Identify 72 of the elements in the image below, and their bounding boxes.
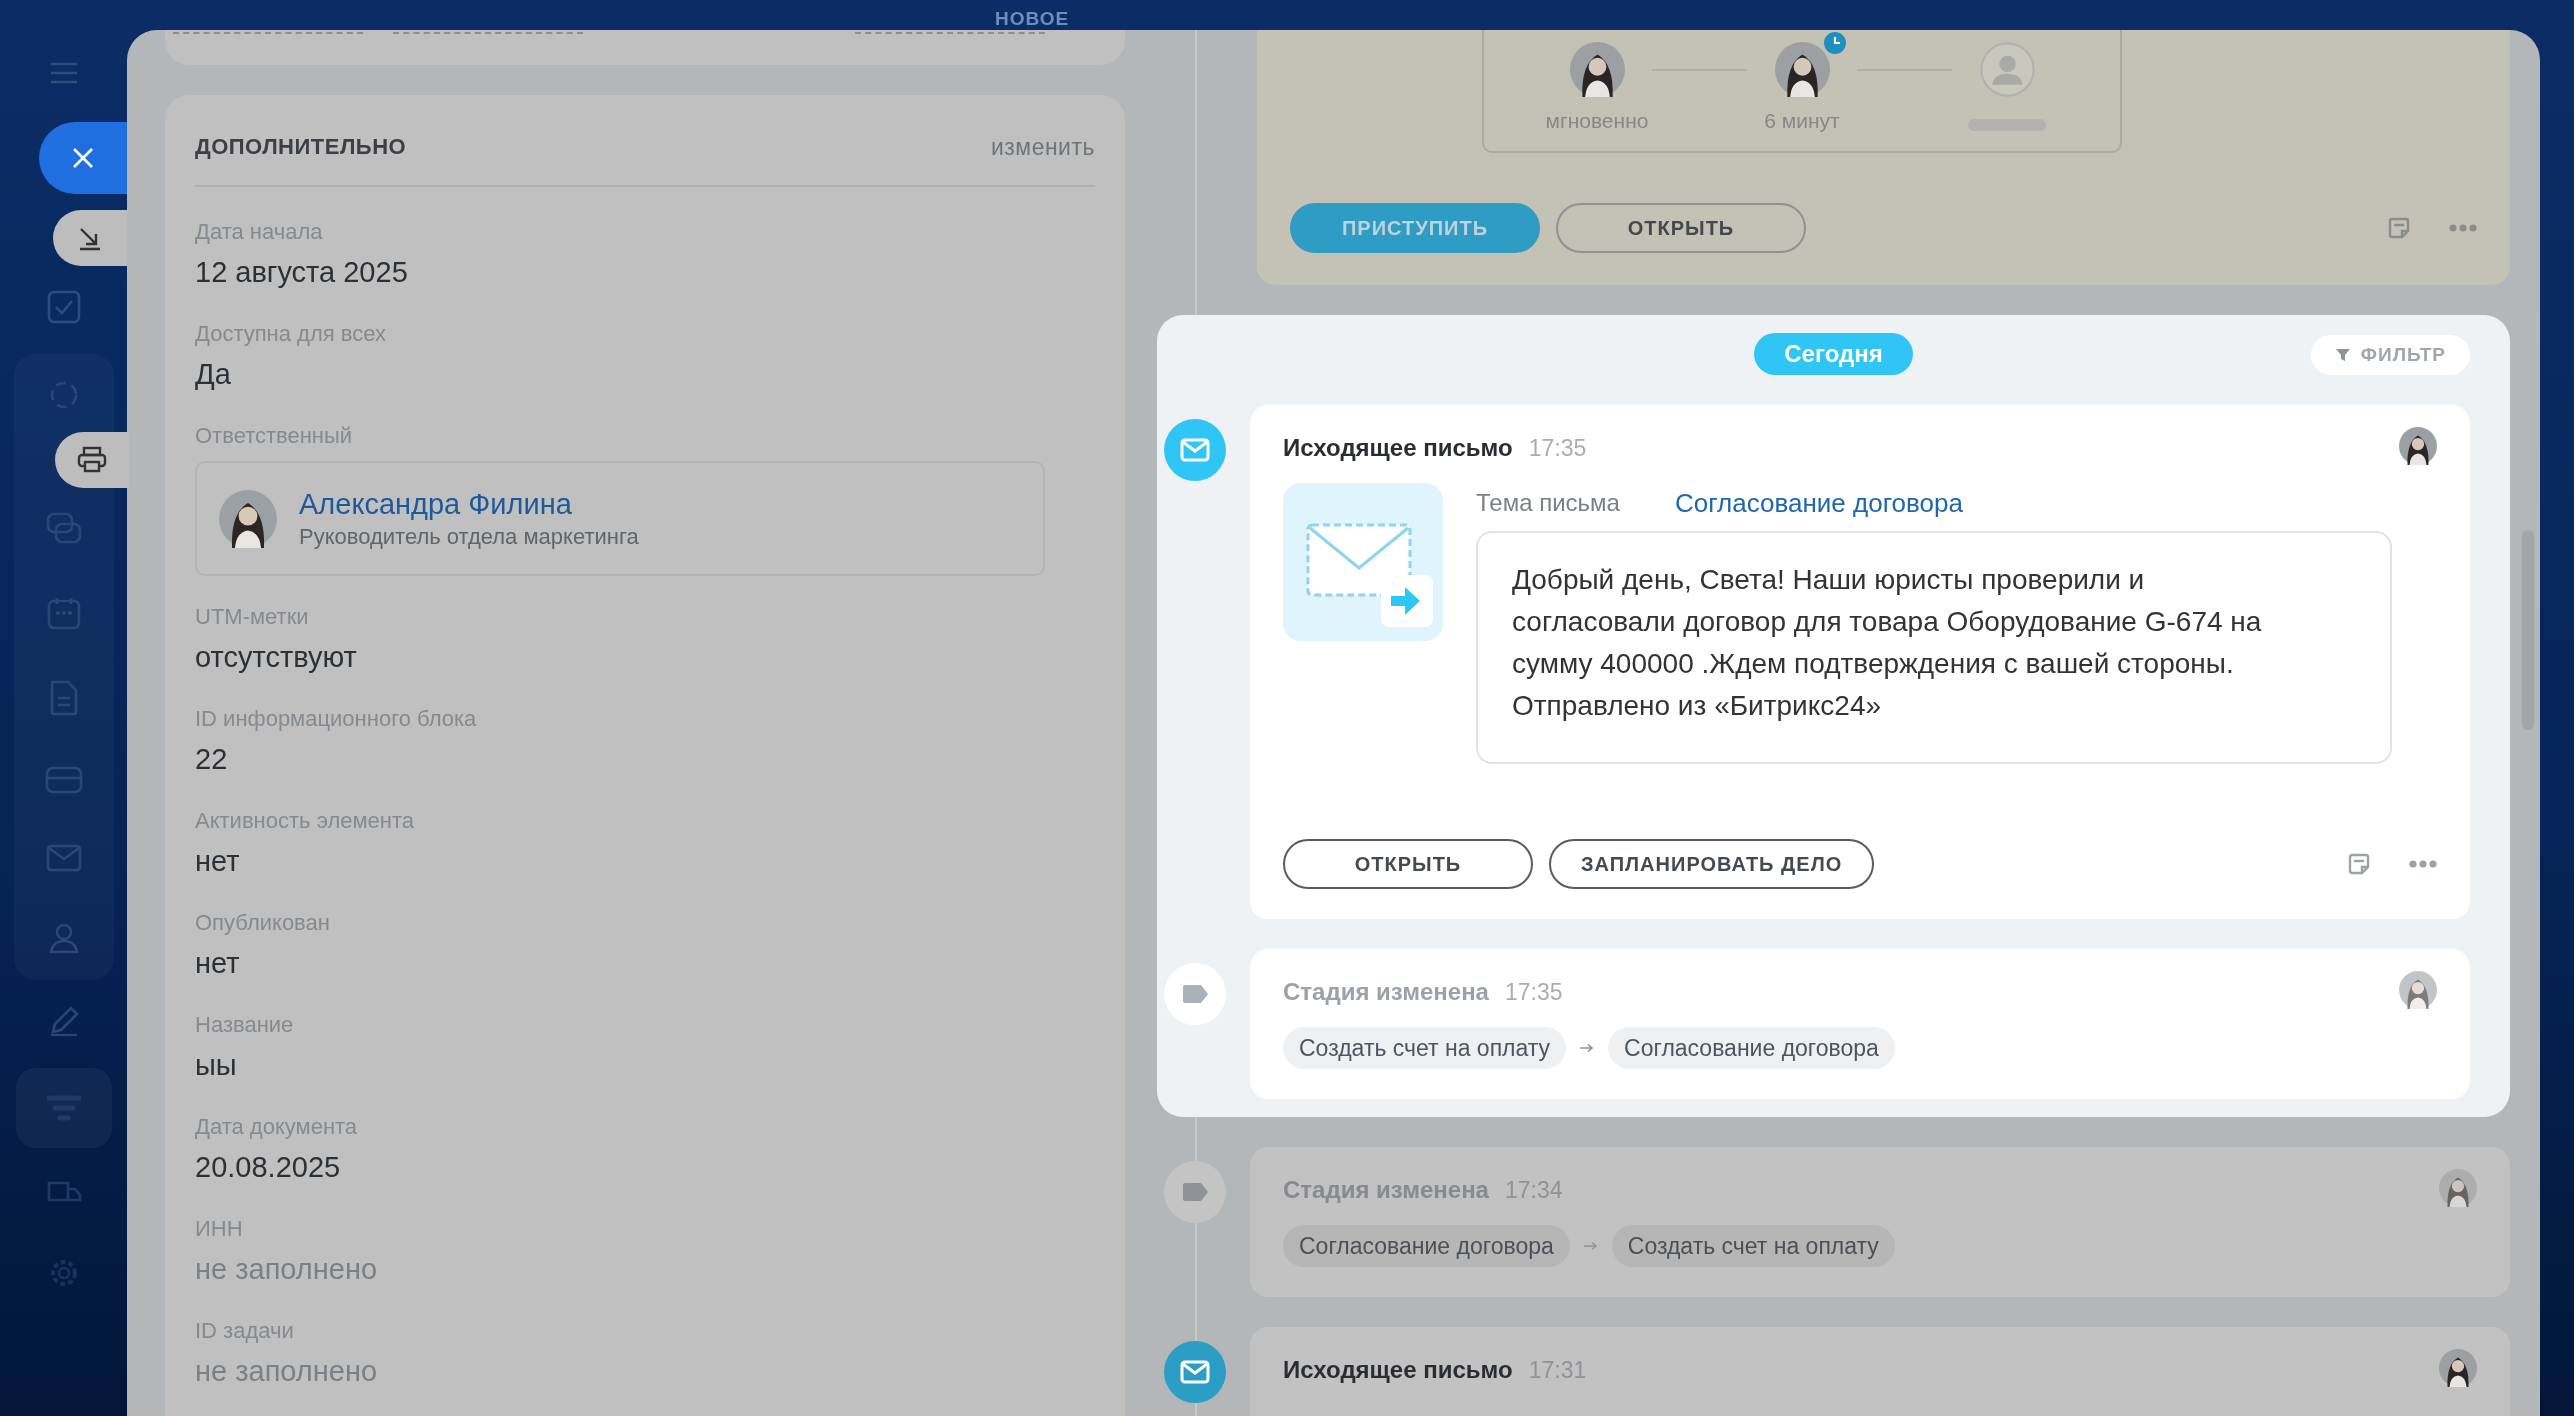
action-button[interactable]: ОТКРЫТЬ [1556, 203, 1806, 253]
approval-time: 6 минут [1764, 109, 1840, 133]
funnel-icon[interactable] [15, 1068, 112, 1148]
subject-link[interactable]: Согласование договора [1674, 487, 1963, 519]
print-button[interactable] [54, 432, 129, 488]
action-button[interactable]: ЗАПЛАНИРОВАТЬ ДЕЛО [1549, 839, 1875, 889]
arrow-icon [1583, 1241, 1598, 1251]
field-label: Название [195, 1011, 294, 1039]
menu-icon[interactable] [48, 62, 79, 84]
field-label: Опубликован [195, 909, 330, 937]
field-value: не заполнено [195, 1354, 378, 1389]
more-icon[interactable] [2409, 860, 2437, 868]
avatar [2399, 971, 2437, 1009]
field-value: отсутствуют [195, 640, 357, 675]
card-icon[interactable] [44, 766, 83, 794]
avatar [2399, 427, 2437, 465]
avatar [1569, 42, 1625, 97]
user-placeholder-icon [1979, 42, 2035, 97]
person-name-link[interactable]: Александра Филина [299, 485, 639, 522]
printer-icon [76, 446, 107, 474]
message-body: Добрый день, Света! Наши юристы проверили и согласовали договор для товара Оборудование G-674 на сумму 400000 .Ждем подтверждения с вашей стороны. Отправлено из «Битрикс24» [1476, 531, 2392, 764]
stage-chip: Создать счет на оплату [1611, 1225, 1895, 1267]
chat-icon[interactable] [45, 512, 82, 546]
event-title: Стадия изменена [1283, 978, 1489, 1006]
field-label: Доступна для всех [195, 320, 386, 348]
avatar [1774, 42, 1830, 97]
event-time: 17:35 [1504, 978, 1563, 1006]
column-label: НОВОЕ [995, 8, 1070, 30]
document-icon[interactable] [48, 680, 79, 716]
more-icon[interactable] [2449, 224, 2477, 232]
avatar [2439, 1169, 2477, 1207]
field-value: 20.08.2025 [195, 1150, 341, 1185]
field-value: нет [195, 844, 240, 879]
field-value: Да [195, 357, 231, 392]
event-title: Исходящее письмо [1283, 1356, 1513, 1384]
stage-chip: Согласование договора [1608, 1027, 1895, 1069]
field-value: нет [195, 946, 240, 981]
close-button[interactable] [39, 122, 127, 194]
field-label: Дата начала [195, 218, 323, 246]
event-time: 17:35 [1528, 434, 1587, 462]
section-title: ДОПОЛНИТЕЛЬНО [195, 134, 407, 160]
funnel-icon [2334, 347, 2351, 363]
checkbox-icon[interactable] [46, 290, 81, 324]
field-label: Активность элемента [195, 807, 415, 835]
stage-chip: Согласование договора [1283, 1225, 1570, 1267]
field-label: ID задачи [195, 1317, 294, 1345]
arrow-icon [1580, 1043, 1595, 1053]
note-icon[interactable] [2387, 216, 2411, 240]
calendar-icon[interactable] [46, 596, 81, 630]
field-label: UTM-метки [195, 603, 309, 631]
minimize-button[interactable] [53, 210, 127, 266]
field-label: Ответственный [195, 422, 353, 450]
field-value: не заполнено [195, 1252, 378, 1287]
event-title: Исходящее письмо [1283, 434, 1513, 462]
edit-link[interactable]: изменить [990, 133, 1095, 161]
subject-label: Тема письма [1476, 489, 1620, 517]
person-position: Руководитель отдела маркетинга [299, 522, 639, 551]
field-label: ИНН [195, 1215, 243, 1243]
date-divider: Сегодня [1754, 333, 1913, 375]
avatar [219, 489, 277, 548]
field-label: Дата документа [195, 1113, 358, 1141]
event-title: Стадия изменена [1283, 1176, 1489, 1204]
approval-time: мгновенно [1545, 109, 1649, 133]
action-button[interactable]: ОТКРЫТЬ [1283, 839, 1533, 889]
note-icon[interactable] [2347, 852, 2371, 876]
field-value: 22 [195, 742, 228, 777]
mail-icon[interactable] [45, 844, 82, 872]
field-value: 12 августа 2025 [195, 255, 408, 290]
stage-chip: Создать счет на оплату [1283, 1027, 1567, 1069]
avatar [2439, 1349, 2477, 1387]
field-label: ID информационного блока [195, 705, 477, 733]
field-value: ыы [195, 1048, 237, 1083]
